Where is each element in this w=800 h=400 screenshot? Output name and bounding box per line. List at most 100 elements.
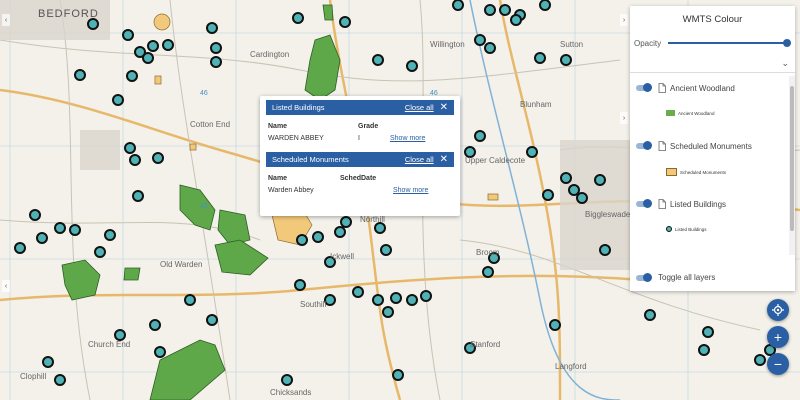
close-icon[interactable]: ✕ <box>440 154 448 165</box>
opacity-control: Opacity <box>634 36 791 50</box>
place-label-old-warden: Old Warden <box>160 260 203 269</box>
listed-building-marker <box>114 329 126 341</box>
layer-name: Scheduled Monuments <box>670 141 752 151</box>
listed-building-marker <box>206 22 218 34</box>
listed-building-marker <box>339 16 351 28</box>
place-label-bedford: BEDFORD <box>38 8 99 20</box>
chevron-down-icon[interactable]: ⌄ <box>781 58 789 69</box>
listed-building-marker <box>147 40 159 52</box>
close-all-link[interactable]: Close all <box>405 103 434 112</box>
popup-header-listed-buildings: Listed Buildings Close all ✕ <box>266 100 454 115</box>
legend-label: Ancient Woodland <box>678 110 715 116</box>
legend-dot <box>666 226 672 232</box>
listed-building-marker <box>534 52 546 64</box>
place-label-chicksands: Chicksands <box>270 388 312 397</box>
opacity-label: Opacity <box>634 38 662 48</box>
document-icon <box>658 199 666 209</box>
layer-name: Ancient Woodland <box>670 83 735 93</box>
place-label-willington: Willington <box>430 40 465 49</box>
listed-building-marker <box>74 69 86 81</box>
popup-table-listed-buildings: Name Grade WARDEN ABBEY I Show more <box>268 120 452 144</box>
layer-toggle[interactable] <box>636 83 652 92</box>
listed-building-marker <box>452 0 464 11</box>
layer-name: Listed Buildings <box>670 199 727 209</box>
listed-building-marker <box>292 12 304 24</box>
listed-building-marker <box>754 354 766 366</box>
listed-building-marker <box>36 232 48 244</box>
toggle-all-switch[interactable] <box>636 272 652 282</box>
listed-building-marker <box>122 29 134 41</box>
listed-building-marker <box>406 294 418 306</box>
zoom-out-button[interactable]: − <box>767 353 789 375</box>
listed-building-marker <box>390 292 402 304</box>
listed-building-marker <box>576 192 588 204</box>
place-label-cotton-end: Cotton End <box>190 120 231 129</box>
listed-building-marker <box>54 222 66 234</box>
listed-building-marker <box>154 346 166 358</box>
listed-building-marker <box>42 356 54 368</box>
listed-building-marker <box>162 39 174 51</box>
opacity-slider-thumb[interactable] <box>783 39 791 47</box>
listed-building-marker <box>644 309 656 321</box>
listed-building-marker <box>599 244 611 256</box>
feature-info-popup: Listed Buildings Close all ✕ Name Grade … <box>260 96 460 216</box>
column-header: Name <box>268 122 288 130</box>
zoom-in-button[interactable]: + <box>767 326 789 348</box>
popup-section-title: Scheduled Monuments <box>272 155 349 164</box>
legend-swatch <box>666 168 677 176</box>
listed-building-marker <box>372 294 384 306</box>
layer-row-listed-buildings: Listed Buildings <box>636 199 726 209</box>
listed-building-marker <box>560 54 572 66</box>
legend-label: Scheduled Monuments <box>680 169 727 175</box>
listed-building-marker <box>294 279 306 291</box>
listed-building-marker <box>112 94 124 106</box>
legend-listed-buildings: Listed Buildings <box>666 226 707 232</box>
place-label-biggleswade: Biggleswade <box>585 210 631 219</box>
show-more-link[interactable]: Show more <box>393 187 428 194</box>
listed-building-marker <box>372 54 384 66</box>
opacity-slider[interactable] <box>668 42 789 44</box>
listed-building-marker <box>392 369 404 381</box>
close-icon[interactable]: ✕ <box>440 102 448 113</box>
pan-right-bottom-arrow[interactable]: › <box>620 112 628 124</box>
toggle-all-label: Toggle all layers <box>658 273 716 282</box>
listed-building-marker <box>568 184 580 196</box>
place-label-church-end: Church End <box>88 340 131 349</box>
place-label-langford: Langford <box>555 362 587 371</box>
layer-panel: WMTS Colour Opacity ⌄ Ancient Woodland A… <box>630 6 795 291</box>
legend-ancient-woodland: Ancient Woodland <box>666 110 714 116</box>
svg-text:45: 45 <box>200 203 208 210</box>
listed-building-marker <box>482 266 494 278</box>
listed-building-marker <box>474 34 486 46</box>
listed-building-marker <box>132 190 144 202</box>
document-icon <box>658 141 666 151</box>
listed-building-marker <box>296 234 308 246</box>
listed-building-marker <box>374 222 386 234</box>
pan-left-bottom-arrow[interactable]: ‹ <box>2 280 10 292</box>
layer-toggle[interactable] <box>636 141 652 150</box>
layer-row-scheduled-monuments: Scheduled Monuments <box>636 141 752 151</box>
listed-building-marker <box>29 209 41 221</box>
listed-building-marker <box>340 216 352 228</box>
listed-building-marker <box>510 14 522 26</box>
place-label-ickwell: Ickwell <box>330 252 355 261</box>
listed-building-marker <box>474 130 486 142</box>
place-label-upper-caldecote: Upper Caldecote <box>465 156 526 165</box>
popup-header-scheduled-monuments: Scheduled Monuments Close all ✕ <box>266 152 454 167</box>
listed-building-marker <box>594 174 606 186</box>
scrollbar-thumb[interactable] <box>790 86 794 231</box>
listed-building-marker <box>484 4 496 16</box>
listed-building-marker <box>281 374 293 386</box>
crosshair-icon[interactable] <box>767 299 789 321</box>
legend-swatch <box>666 110 675 116</box>
close-all-link[interactable]: Close all <box>405 155 434 164</box>
show-more-link[interactable]: Show more <box>390 135 425 142</box>
listed-building-marker <box>560 172 572 184</box>
place-label-stanford: Stanford <box>470 340 501 349</box>
place-label-clophill: Clophill <box>20 372 47 381</box>
pan-right-top-arrow[interactable]: › <box>620 14 628 26</box>
pan-left-top-arrow[interactable]: ‹ <box>2 14 10 26</box>
layer-toggle[interactable] <box>636 199 652 208</box>
listed-building-marker <box>420 290 432 302</box>
listed-building-marker <box>702 326 714 338</box>
